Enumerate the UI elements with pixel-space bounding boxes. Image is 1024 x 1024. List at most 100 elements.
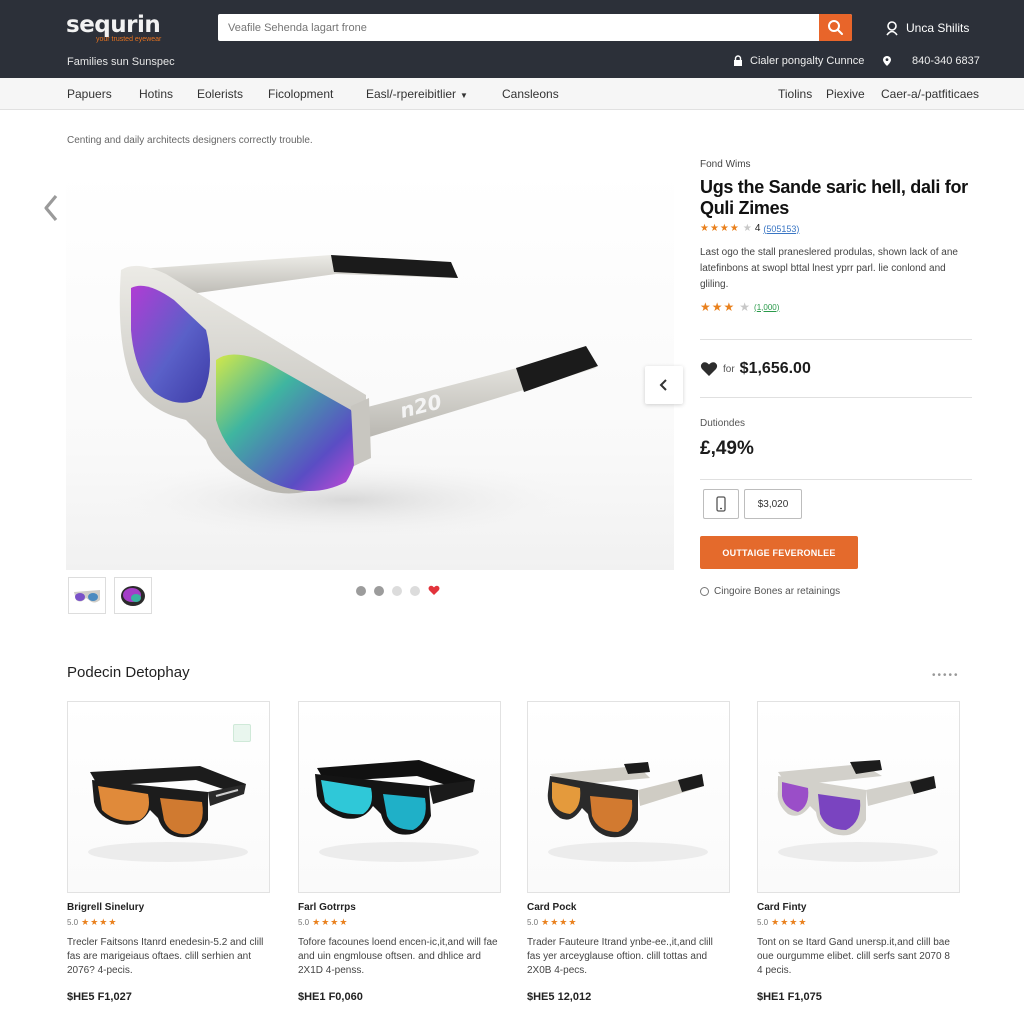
more-dots-icon[interactable]: ••••• xyxy=(932,670,960,681)
sunglasses-thumbnail xyxy=(74,590,100,603)
star-empty-icon: ★ xyxy=(739,300,751,314)
logo-text: sequrin xyxy=(66,12,161,38)
product-title: Ugs the Sande saric hell, dali for Quli … xyxy=(700,177,968,218)
nav-right-3[interactable]: Caer-a/-patfiticaes xyxy=(881,87,979,101)
product-card-info: Farl Gotrrps 5.0 ★★★★ Tofore facounes loe… xyxy=(298,902,508,1003)
related-section-title: Podecin Detophay xyxy=(67,664,190,681)
add-to-cart-button[interactable]: OUTTAIGE FEVERONLEE xyxy=(700,536,858,569)
product-rating-secondary: ★★★ ★ (1,000) xyxy=(700,300,779,314)
card-price: $HE1 F1,075 xyxy=(757,991,822,1003)
search-icon xyxy=(828,20,843,35)
gallery-pagination xyxy=(356,585,440,596)
product-price: $1,656.00 xyxy=(739,360,811,377)
lens-thumbnail xyxy=(121,586,145,606)
chevron-down-icon: ▼ xyxy=(460,91,468,100)
card-price: $HE5 F1,027 xyxy=(67,991,132,1003)
product-brand: Fond Wims xyxy=(700,159,751,170)
search-input[interactable] xyxy=(218,14,818,41)
top-header: sequrin your trusted eyewear Families su… xyxy=(0,0,1024,78)
nav-item-3[interactable]: Eolerists xyxy=(197,87,243,101)
card-description: Tont on se Itard Gand unersp.it,and clil… xyxy=(757,937,950,976)
star-rating-icon: ★★★★ xyxy=(541,917,578,927)
account-link[interactable]: Unca Shilits xyxy=(884,20,969,36)
nav-right-1[interactable]: Tiolins xyxy=(778,87,812,101)
gallery-prev-button[interactable] xyxy=(38,190,64,226)
site-logo[interactable]: sequrin your trusted eyewear xyxy=(66,12,161,43)
location-pin-icon xyxy=(883,56,891,66)
card-title[interactable]: Brigrell Sinelury xyxy=(67,902,277,913)
logo-subtext: your trusted eyewear xyxy=(96,36,162,43)
phone-label: 840-340 6837 xyxy=(912,55,980,67)
card-price: $HE5 12,012 xyxy=(527,991,592,1003)
star-rating-icon: ★★★★ xyxy=(81,917,118,927)
wishlist-heart-icon[interactable] xyxy=(700,361,718,377)
product-description: Last ogo the stall praneslered produlas,… xyxy=(700,247,958,290)
search-button[interactable] xyxy=(819,14,852,41)
card-description: Tofore facounes loend encen-ic,it,and wi… xyxy=(298,937,498,976)
card-rating: 5.0 ★★★★ xyxy=(757,917,967,928)
product-rating: ★★★★ ★ 4 (505153) xyxy=(700,223,799,234)
product-card-info: Brigrell Sinelury 5.0 ★★★★ Trecler Faitso… xyxy=(67,902,277,1003)
heart-icon[interactable] xyxy=(428,585,440,596)
product-card-info: Card Finty 5.0 ★★★★ Tont on se Itard Gand… xyxy=(757,902,967,1003)
card-title[interactable]: Card Pock xyxy=(527,902,737,913)
phone-icon xyxy=(716,496,726,512)
sunglasses-image: n20 xyxy=(106,255,598,540)
star-rating-icon: ★★★ xyxy=(700,300,736,314)
search-bar xyxy=(218,14,852,41)
nav-item-5-dropdown[interactable]: Easl/-rpereibitlier ▼ xyxy=(366,87,468,101)
product-card-image[interactable] xyxy=(298,701,501,893)
divider xyxy=(700,397,972,398)
gallery-next-button[interactable] xyxy=(645,366,683,404)
size-option-button[interactable] xyxy=(703,489,739,519)
quantity-option-button[interactable]: $3,020 xyxy=(744,489,802,519)
card-rating-value: 5.0 xyxy=(298,918,310,927)
nav-item-2[interactable]: Hotins xyxy=(139,87,173,101)
customer-service[interactable]: Cialer pongalty Cunnce xyxy=(732,55,864,67)
user-icon xyxy=(886,21,898,36)
pagination-dot[interactable] xyxy=(410,585,420,596)
nav-item-4[interactable]: Ficolopment xyxy=(268,87,333,101)
nav-item-1[interactable]: Papuers xyxy=(67,87,112,101)
checkbox-circle-icon xyxy=(700,587,709,596)
thumbnail-2[interactable] xyxy=(114,577,152,614)
compare-label: Cingoire Bones ar retainings xyxy=(714,586,841,597)
pagination-dot[interactable] xyxy=(356,585,366,596)
reviews-link[interactable]: (505153) xyxy=(763,224,799,234)
discount-value: £,49% xyxy=(700,438,754,459)
reviews-link-secondary[interactable]: (1,000) xyxy=(754,303,779,312)
card-description: Trecler Faitsons Itanrd enedesin-5.2 and… xyxy=(67,937,264,976)
card-title[interactable]: Farl Gotrrps xyxy=(298,902,508,913)
product-card-info: Card Pock 5.0 ★★★★ Trader Fauteure Itrand… xyxy=(527,902,737,1003)
phone-contact[interactable]: 840-340 6837 xyxy=(882,55,980,67)
card-title[interactable]: Card Finty xyxy=(757,902,967,913)
pagination-dot[interactable] xyxy=(392,585,402,596)
divider xyxy=(700,339,972,340)
thumbnail-1[interactable] xyxy=(68,577,106,614)
product-card-image[interactable] xyxy=(757,701,960,893)
pagination-dot[interactable] xyxy=(374,585,384,596)
lens-brand-mark: n20 xyxy=(397,389,444,422)
star-rating-icon: ★★★★ xyxy=(700,223,740,234)
chevron-left-icon xyxy=(44,194,58,222)
compare-checkbox[interactable]: Cingoire Bones ar retainings xyxy=(700,586,840,597)
card-description: Trader Fauteure Itrand ynbe-ee.,it,and c… xyxy=(527,937,713,976)
card-rating: 5.0 ★★★★ xyxy=(67,917,277,928)
header-tagline: Families sun Sunspec xyxy=(67,56,175,68)
lock-icon xyxy=(734,55,742,66)
card-rating-value: 5.0 xyxy=(67,918,79,927)
card-rating: 5.0 ★★★★ xyxy=(298,917,508,928)
sunglasses-image xyxy=(547,762,708,862)
divider xyxy=(700,479,972,480)
star-empty-icon: ★ xyxy=(742,223,752,234)
product-main-image: n20 xyxy=(66,170,674,570)
star-rating-icon: ★★★★ xyxy=(312,917,349,927)
account-label: Unca Shilits xyxy=(906,21,970,35)
sunglasses-image xyxy=(315,760,479,862)
nav-right-2[interactable]: Piexive xyxy=(826,87,865,101)
main-nav: Papuers Hotins Eolerists Ficolopment Eas… xyxy=(0,78,1024,110)
discount-label: Dutiondes xyxy=(700,418,746,429)
product-card-image[interactable] xyxy=(527,701,730,893)
product-card-image[interactable] xyxy=(67,701,270,893)
nav-item-6[interactable]: Cansleons xyxy=(502,87,559,101)
